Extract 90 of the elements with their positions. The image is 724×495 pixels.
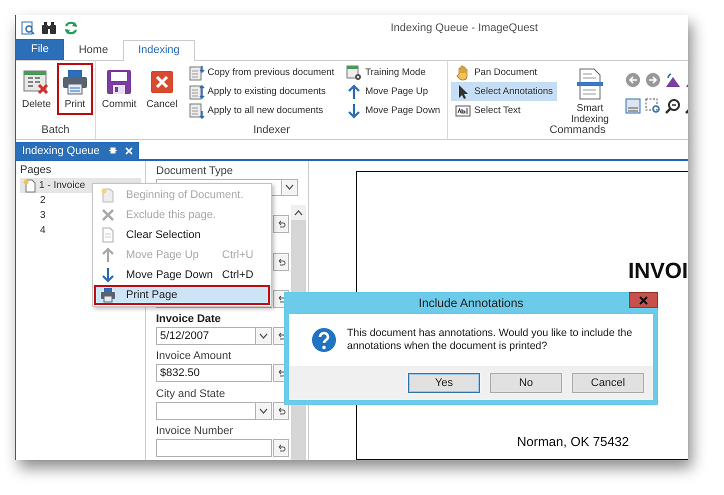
zoom-selection-icon — [645, 98, 662, 114]
printer-icon — [60, 68, 89, 96]
ribbon-button[interactable]: Select Annotations — [451, 82, 557, 101]
dialog-button[interactable]: Cancel — [572, 373, 644, 393]
document-tab[interactable]: Indexing Queue — [16, 142, 139, 159]
question-icon — [311, 327, 337, 353]
close-button[interactable] — [629, 292, 658, 308]
arrow-up-icon — [346, 84, 362, 100]
undo-icon — [276, 369, 286, 378]
refresh-icon — [63, 20, 79, 36]
reset-button[interactable] — [273, 438, 289, 457]
undo-icon — [276, 258, 286, 266]
reset-button[interactable] — [273, 215, 289, 234]
group-label: Indexer — [252, 123, 291, 138]
field-label: Invoice Amount — [156, 350, 232, 364]
page-arrow-icon — [188, 64, 204, 80]
search-page-icon — [21, 20, 35, 34]
ribbon-button[interactable]: Commit — [98, 63, 140, 115]
dropdown-button[interactable] — [282, 178, 298, 196]
undo-icon — [276, 220, 286, 228]
undo-icon — [276, 406, 286, 415]
arrow-down-icon — [100, 267, 116, 283]
menu-item[interactable]: Move Page Down Ctrl+D — [94, 265, 270, 285]
input-field[interactable]: $832.50 — [156, 364, 272, 382]
fit-page-icon — [625, 98, 642, 114]
dialog-button[interactable]: Yes — [408, 373, 480, 393]
window-title: Indexing Queue - ImageQuest — [390, 22, 538, 34]
reset-button[interactable] — [273, 402, 289, 420]
undo-icon — [276, 444, 286, 452]
new-page-icon — [23, 178, 37, 192]
dropdown-button[interactable] — [256, 402, 272, 420]
page-icon — [100, 227, 116, 243]
field-label: Document Type — [156, 165, 234, 179]
dialog-button[interactable]: No — [490, 373, 562, 393]
binoculars-icon — [41, 20, 57, 34]
input-field[interactable] — [156, 438, 272, 457]
menu-item[interactable]: Clear Selection — [94, 225, 270, 245]
dialog-message: This document has annotations. Would you like to include the annotations when the document is printed? — [347, 327, 634, 353]
forward-icon — [645, 72, 662, 88]
new-page-icon — [100, 187, 116, 203]
chevron-up-icon — [294, 210, 303, 216]
undo-icon — [276, 332, 286, 340]
group-label: Commands — [548, 124, 606, 138]
ribbon-button[interactable]: Apply to existing documents — [184, 82, 338, 101]
panel-title: Pages — [20, 164, 52, 176]
chevron-down-icon — [285, 184, 294, 190]
chevron-down-icon — [259, 408, 268, 414]
document-heading: INVOI — [628, 258, 688, 284]
ribbon-tab[interactable]: Indexing — [123, 40, 195, 61]
ribbon-button[interactable]: Move Page Down — [342, 101, 444, 120]
dialog-title: Include Annotations — [418, 295, 524, 312]
ribbon-button[interactable]: Pan Document — [451, 63, 557, 82]
field-label: Invoice Date — [156, 313, 222, 328]
ribbon-tab[interactable]: Home — [64, 40, 124, 60]
back-icon — [625, 72, 642, 88]
chevron-down-icon — [259, 333, 268, 340]
cross-icon — [100, 207, 116, 223]
input-field[interactable]: 5/12/2007 — [156, 327, 256, 346]
page-arrow-icon — [188, 102, 204, 118]
document-scan-icon — [576, 68, 604, 100]
ribbon-button[interactable]: Print — [56, 63, 93, 115]
dropdown-button[interactable] — [256, 327, 272, 346]
pin-icon — [108, 146, 117, 155]
ribbon-button[interactable]: Select Text — [451, 101, 557, 120]
reset-button[interactable] — [273, 252, 289, 271]
table-delete-icon — [22, 68, 50, 96]
document-address: Norman, OK 75432 — [516, 434, 630, 449]
ribbon-button[interactable]: Copy from previous document — [184, 63, 338, 82]
input-field[interactable] — [156, 402, 256, 420]
group-label: Batch — [40, 123, 71, 138]
text-box-icon — [455, 102, 472, 118]
table-gear-icon — [346, 64, 362, 80]
ribbon-button[interactable]: Delete — [18, 63, 55, 115]
close-icon — [639, 296, 648, 304]
field-label: City and State — [156, 388, 226, 402]
undo-icon — [276, 294, 286, 303]
ribbon-button[interactable]: Move Page Up — [342, 82, 444, 101]
ribbon-button[interactable]: Training Mode — [342, 63, 444, 82]
arrow-up-icon — [100, 247, 116, 263]
menu-item[interactable]: Print Page — [94, 285, 270, 305]
ribbon-tab[interactable]: File — [16, 39, 64, 60]
zoom-out-icon — [665, 98, 682, 114]
rotate-left-icon — [665, 72, 682, 88]
ribbon-button[interactable]: Cancel — [142, 63, 182, 115]
page-arrows-icon — [188, 84, 204, 100]
ribbon-button[interactable]: Apply to all new documents — [184, 101, 338, 120]
arrow-down-icon — [346, 102, 362, 118]
close-icon — [124, 146, 133, 154]
field-label: Invoice Number — [156, 424, 234, 439]
printer-icon — [100, 287, 116, 303]
